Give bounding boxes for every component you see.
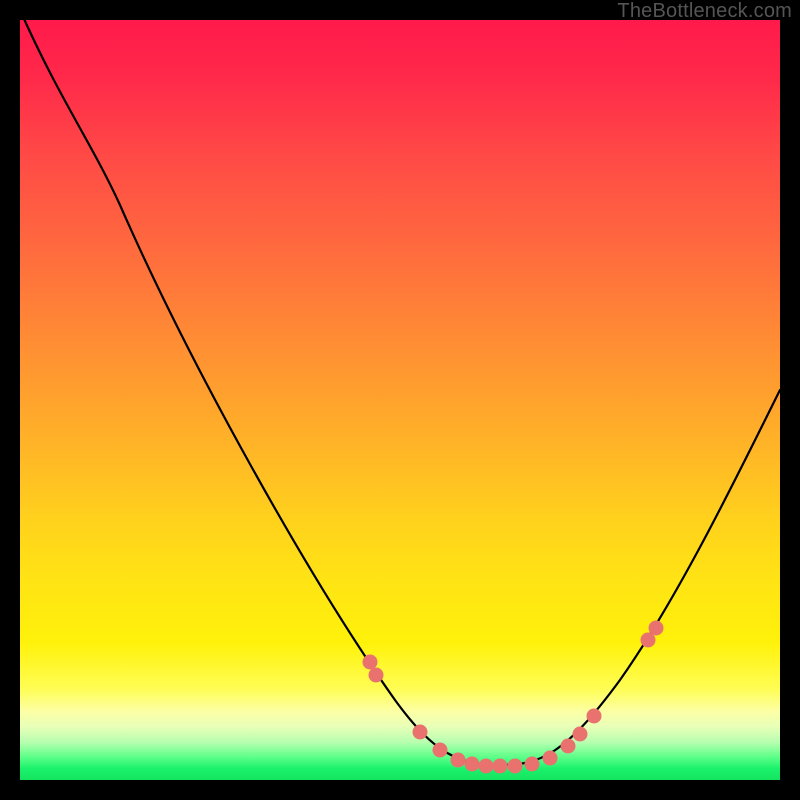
curve-dot <box>451 753 466 768</box>
curve-dot <box>573 727 588 742</box>
bottleneck-curve-svg <box>20 20 780 780</box>
curve-dot <box>465 757 480 772</box>
curve-dot <box>525 757 540 772</box>
curve-dot <box>587 709 602 724</box>
curve-dots <box>363 621 664 774</box>
curve-dot <box>433 743 448 758</box>
curve-dot <box>543 751 558 766</box>
plot-area <box>20 20 780 780</box>
chart-frame: TheBottleneck.com <box>0 0 800 800</box>
curve-dot <box>493 759 508 774</box>
curve-dot <box>413 725 428 740</box>
watermark-text: TheBottleneck.com <box>617 0 792 23</box>
curve-dot <box>479 759 494 774</box>
bottleneck-curve <box>20 10 780 765</box>
curve-dot <box>363 655 378 670</box>
curve-dot <box>561 739 576 754</box>
curve-dot <box>649 621 664 636</box>
curve-dot <box>369 668 384 683</box>
curve-dot <box>508 759 523 774</box>
